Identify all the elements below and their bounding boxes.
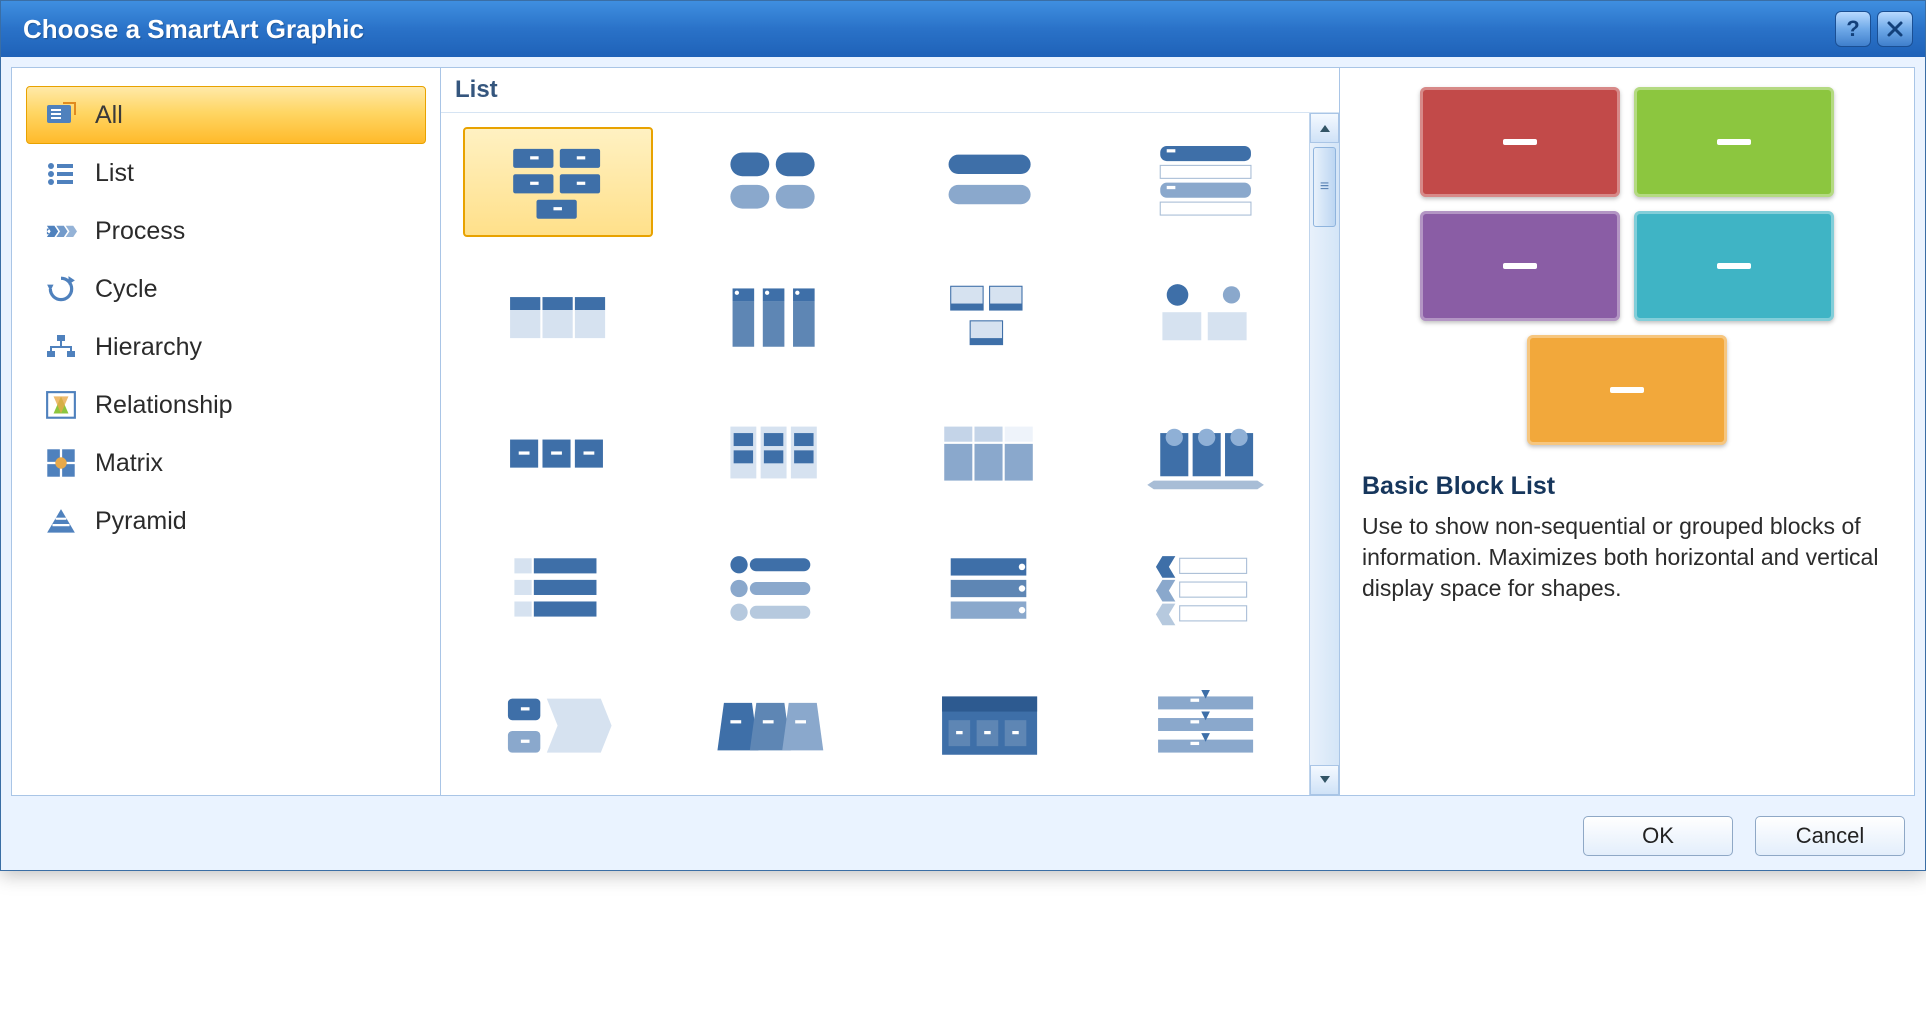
thumb-bending-picture-list[interactable] bbox=[895, 263, 1085, 373]
preview-block-4 bbox=[1634, 211, 1834, 321]
smartart-dialog: Choose a SmartArt Graphic ? All L bbox=[0, 0, 1926, 871]
thumb-vertical-picture-accent-list[interactable] bbox=[679, 535, 869, 645]
cancel-button[interactable]: Cancel bbox=[1755, 816, 1905, 856]
gallery-panel: List bbox=[441, 67, 1340, 796]
thumb-target-list[interactable] bbox=[895, 535, 1085, 645]
preview-title: Basic Block List bbox=[1362, 472, 1892, 501]
scrollbar-thumb[interactable] bbox=[1313, 147, 1336, 227]
thumb-vertical-picture-list[interactable] bbox=[463, 535, 653, 645]
process-icon bbox=[45, 217, 77, 245]
ok-button[interactable]: OK bbox=[1583, 816, 1733, 856]
relationship-icon bbox=[45, 391, 77, 419]
thumb-stacked-list[interactable] bbox=[1111, 263, 1301, 373]
category-hierarchy[interactable]: Hierarchy bbox=[26, 318, 426, 376]
hierarchy-icon bbox=[45, 333, 77, 361]
category-process[interactable]: Process bbox=[26, 202, 426, 260]
thumb-trapezoid-list[interactable] bbox=[679, 671, 869, 781]
category-label: Process bbox=[95, 217, 185, 246]
thumb-horizontal-picture-list[interactable] bbox=[679, 263, 869, 373]
scroll-down-button[interactable] bbox=[1310, 765, 1339, 795]
pyramid-icon bbox=[45, 507, 77, 535]
category-label: Cycle bbox=[95, 275, 158, 304]
category-label: Pyramid bbox=[95, 507, 187, 536]
category-matrix[interactable]: Matrix bbox=[26, 434, 426, 492]
gallery-header: List bbox=[441, 68, 1339, 113]
main-row: All List Process bbox=[1, 57, 1925, 806]
category-label: Relationship bbox=[95, 391, 233, 420]
thumb-vertical-box-list[interactable] bbox=[895, 127, 1085, 237]
category-label: All bbox=[95, 101, 123, 130]
thumb-vertical-arrow-list[interactable] bbox=[1111, 671, 1301, 781]
scrollbar-track[interactable] bbox=[1310, 143, 1339, 765]
preview-block-3 bbox=[1420, 211, 1620, 321]
category-label: Matrix bbox=[95, 449, 163, 478]
category-label: List bbox=[95, 159, 134, 188]
preview-graphic bbox=[1362, 86, 1892, 446]
category-label: Hierarchy bbox=[95, 333, 202, 362]
close-button[interactable] bbox=[1877, 11, 1913, 47]
all-icon bbox=[45, 101, 77, 129]
preview-block-5 bbox=[1527, 335, 1727, 445]
category-relationship[interactable]: Relationship bbox=[26, 376, 426, 434]
list-icon bbox=[45, 159, 77, 187]
titlebar: Choose a SmartArt Graphic ? bbox=[1, 1, 1925, 57]
thumb-grouped-list[interactable] bbox=[679, 399, 869, 509]
thumb-table-list[interactable] bbox=[463, 263, 653, 373]
thumb-vertical-chevron-list[interactable] bbox=[1111, 535, 1301, 645]
close-icon bbox=[1886, 20, 1904, 38]
preview-panel: Basic Block List Use to show non-sequent… bbox=[1340, 67, 1915, 796]
scroll-up-button[interactable] bbox=[1310, 113, 1339, 143]
preview-block-1 bbox=[1420, 87, 1620, 197]
gallery-scrollbar[interactable] bbox=[1309, 113, 1339, 795]
thumbnail-grid bbox=[441, 113, 1309, 795]
category-pyramid[interactable]: Pyramid bbox=[26, 492, 426, 550]
dialog-body: All List Process bbox=[1, 57, 1925, 870]
thumb-process-list[interactable] bbox=[463, 671, 653, 781]
gallery-scroll-area bbox=[441, 113, 1339, 795]
category-all[interactable]: All bbox=[26, 86, 426, 144]
chevron-up-icon bbox=[1319, 123, 1331, 133]
thumb-basic-block-list[interactable] bbox=[463, 127, 653, 237]
thumb-segmented-list[interactable] bbox=[895, 399, 1085, 509]
thumb-horizontal-bullet-list[interactable] bbox=[463, 399, 653, 509]
preview-description: Use to show non-sequential or grouped bl… bbox=[1362, 511, 1892, 604]
dialog-title: Choose a SmartArt Graphic bbox=[23, 14, 1829, 45]
category-cycle[interactable]: Cycle bbox=[26, 260, 426, 318]
category-sidebar: All List Process bbox=[11, 67, 441, 796]
thumb-vertical-bullet-list[interactable] bbox=[1111, 127, 1301, 237]
thumb-picture-caption-list[interactable] bbox=[679, 127, 869, 237]
dialog-button-row: OK Cancel bbox=[1, 806, 1925, 870]
thumb-continuous-picture-list[interactable] bbox=[1111, 399, 1301, 509]
cycle-icon bbox=[45, 275, 77, 303]
chevron-down-icon bbox=[1319, 775, 1331, 785]
help-button[interactable]: ? bbox=[1835, 11, 1871, 47]
category-list[interactable]: List bbox=[26, 144, 426, 202]
thumb-hierarchy-list[interactable] bbox=[895, 671, 1085, 781]
preview-block-2 bbox=[1634, 87, 1834, 197]
matrix-icon bbox=[45, 449, 77, 477]
